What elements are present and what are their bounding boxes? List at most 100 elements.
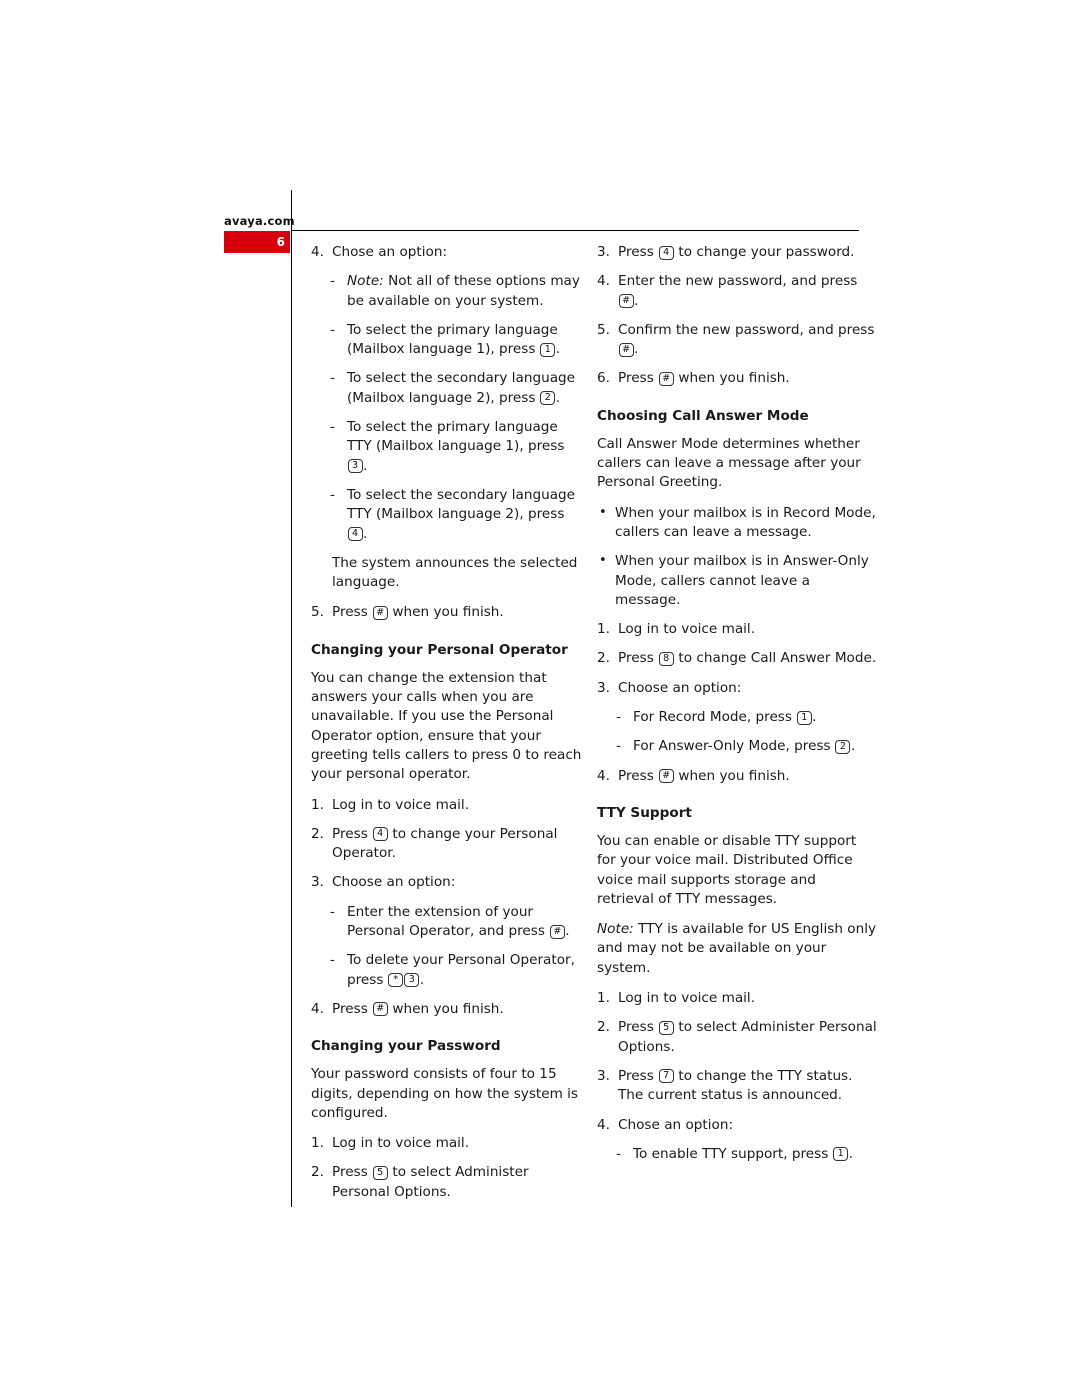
- paragraph: Call Answer Mode determines whether call…: [597, 435, 861, 491]
- list-item: 3. Choose an option:: [597, 679, 877, 698]
- keypad-key-icon: #: [658, 769, 674, 784]
- list-number: 1.: [311, 796, 324, 813]
- list-text: To enable TTY support, press: [633, 1145, 833, 1162]
- list-text: Press: [332, 1164, 373, 1181]
- list-text-after: .: [850, 738, 856, 755]
- left-vertical-rule: [291, 190, 292, 1207]
- list-item: 4. Press # when you finish.: [311, 1000, 583, 1019]
- list-item: 2. Press 5 to select Administer Personal…: [597, 1018, 877, 1057]
- list-text-after: to change your password.: [674, 244, 855, 260]
- document-page: avaya.com 6 4. Chose an option: - Note: …: [0, 0, 1080, 1397]
- dash-marker: -: [330, 903, 335, 920]
- list-text: To select the secondary language TTY (Ma…: [347, 486, 576, 523]
- left-column: 4. Chose an option: - Note: Not all of t…: [311, 243, 583, 1212]
- list-number: 3.: [597, 679, 610, 696]
- list-text-after: when you finish.: [674, 370, 790, 387]
- dash-marker: -: [330, 273, 335, 290]
- list-text: For Record Mode, press: [633, 709, 797, 726]
- keypad-key-icon: 7: [658, 1069, 674, 1084]
- list-item: - To select the primary language (Mailbo…: [311, 321, 583, 360]
- list-text: Press: [332, 604, 373, 621]
- list-text: Choose an option:: [618, 679, 742, 696]
- dash-marker: -: [330, 486, 335, 503]
- keypad-key-icon: #: [658, 371, 674, 386]
- list-text-after: .: [848, 1145, 853, 1162]
- list-item: 6. Press # when you finish.: [597, 369, 877, 388]
- list-text-after: .: [363, 525, 368, 542]
- list-text: Press: [618, 650, 659, 667]
- list-text-after: to change Call Answer Mode.: [674, 650, 877, 667]
- bullet-icon: •: [599, 504, 607, 520]
- keypad-key-icon: 4: [658, 245, 674, 260]
- dash-marker: -: [330, 370, 335, 387]
- list-number: 5.: [597, 321, 610, 338]
- dash-marker: -: [330, 419, 335, 436]
- list-text: To select the primary language (Mailbox …: [347, 321, 558, 358]
- list-text-after: .: [634, 341, 639, 358]
- dash-marker: -: [330, 952, 335, 969]
- list-item: - Enter the extension of your Personal O…: [311, 903, 583, 942]
- list-text-after: .: [363, 457, 368, 474]
- keypad-key-icon: #: [372, 1002, 388, 1017]
- list-item: • When your mailbox is in Record Mode, c…: [597, 504, 877, 543]
- page-number-tab: 6: [224, 231, 290, 253]
- keypad-key-icon: #: [549, 924, 565, 939]
- list-item: 4. Enter the new password, and press #.: [597, 272, 877, 311]
- list-number: 2.: [311, 1164, 324, 1181]
- list-text-after: when you finish.: [674, 767, 790, 784]
- list-text: Log in to voice mail.: [332, 796, 470, 813]
- list-text: Press: [618, 1019, 659, 1036]
- list-item: 1. Log in to voice mail.: [597, 989, 877, 1008]
- paragraph: Your password consists of four to 15 dig…: [311, 1066, 579, 1121]
- list-item: 5. Press # when you finish.: [311, 603, 583, 622]
- list-text: Press: [332, 1000, 373, 1017]
- keypad-key-icon: 8: [658, 651, 674, 666]
- list-number: 5.: [311, 604, 324, 621]
- list-text: To delete your Personal Operator, press: [347, 952, 575, 988]
- list-item: - For Answer-Only Mode, press 2.: [597, 737, 877, 756]
- keypad-key-icon: 3: [404, 973, 420, 988]
- list-number: 1.: [597, 621, 610, 638]
- list-item: 1. Log in to voice mail.: [311, 1134, 583, 1153]
- list-number: 2.: [311, 825, 324, 842]
- list-text-after: .: [565, 923, 570, 940]
- list-text-after: .: [812, 709, 817, 726]
- paragraph: The system announces the selected langua…: [332, 554, 578, 591]
- list-number: 1.: [311, 1135, 324, 1152]
- list-item: 4. Chose an option:: [311, 243, 583, 262]
- list-text: Press: [618, 1067, 659, 1084]
- list-number: 4.: [597, 1116, 610, 1133]
- list-text: Press: [332, 825, 373, 842]
- list-number: 2.: [597, 650, 610, 667]
- list-item: 2. Press 5 to select Administer Personal…: [311, 1163, 583, 1202]
- list-text: For Answer-Only Mode, press: [633, 738, 835, 755]
- list-item: 2. Press 8 to change Call Answer Mode.: [597, 649, 877, 668]
- list-text: To select the primary language TTY (Mail…: [347, 419, 565, 455]
- note-paragraph: Note: TTY is available for US English on…: [597, 920, 877, 978]
- bullet-icon: •: [599, 553, 607, 569]
- list-item: 1. Log in to voice mail.: [311, 796, 583, 815]
- keypad-key-icon: 1: [833, 1147, 849, 1162]
- list-text-after: .: [634, 292, 639, 309]
- list-item: • When your mailbox is in Answer-Only Mo…: [597, 552, 877, 610]
- list-text-after: when you finish.: [388, 604, 504, 621]
- list-text: When your mailbox is in Record Mode, cal…: [615, 504, 876, 540]
- keypad-key-icon: 2: [835, 739, 851, 754]
- keypad-key-icon: 1: [540, 342, 556, 357]
- keypad-key-icon: 1: [796, 710, 812, 725]
- list-text: Log in to voice mail.: [618, 621, 756, 638]
- keypad-key-icon: #: [618, 342, 634, 357]
- list-text: Log in to voice mail.: [618, 990, 756, 1007]
- section-heading-personal-operator: Changing your Personal Operator: [311, 641, 568, 658]
- header-rule: [291, 230, 859, 231]
- list-item: - For Record Mode, press 1.: [597, 708, 877, 727]
- list-item: 1. Log in to voice mail.: [597, 620, 877, 639]
- list-text: Press: [618, 370, 659, 387]
- list-text: Chose an option:: [332, 244, 448, 260]
- list-text: Chose an option:: [618, 1116, 734, 1133]
- list-item: - To select the primary language TTY (Ma…: [311, 418, 583, 476]
- section-heading-password: Changing your Password: [311, 1038, 501, 1055]
- keypad-key-icon: #: [618, 294, 634, 309]
- list-number: 3.: [311, 874, 324, 891]
- list-item: 4. Chose an option:: [597, 1116, 877, 1135]
